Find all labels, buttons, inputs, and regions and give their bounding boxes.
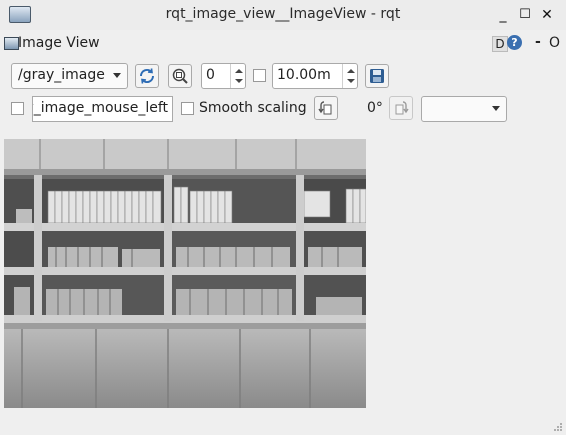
save-icon	[370, 69, 384, 83]
help-button[interactable]: ?	[507, 35, 522, 50]
mouse-topic-field[interactable]: y_image_mouse_left	[32, 96, 173, 122]
extra-select[interactable]	[421, 96, 507, 122]
spin-down-icon[interactable]	[235, 79, 243, 83]
spin-up-icon[interactable]	[347, 69, 355, 73]
rotate-left-icon	[318, 101, 332, 115]
refresh-button[interactable]	[135, 64, 159, 88]
rotate-right-button[interactable]	[389, 96, 413, 120]
rate-checkbox[interactable]	[253, 69, 266, 82]
close-button[interactable]: ✕	[538, 6, 556, 24]
dock-d-button[interactable]: D	[492, 36, 508, 52]
zoom-spinbox[interactable]: 0	[201, 63, 246, 89]
pane-title: Image View	[18, 35, 100, 51]
minimize-button[interactable]: _	[494, 6, 512, 24]
topic-select-value: /gray_image	[18, 67, 105, 83]
zoom-fit-icon	[172, 68, 188, 84]
rotate-right-icon	[395, 101, 409, 115]
chevron-down-icon	[113, 73, 121, 78]
pane-minimize-button[interactable]: -	[535, 34, 541, 50]
zoom-spinbox-value: 0	[206, 67, 215, 83]
pane-close-button[interactable]: O	[549, 35, 560, 51]
image-view-icon	[4, 37, 19, 50]
maximize-button[interactable]: ☐	[516, 6, 534, 24]
refresh-icon	[139, 68, 155, 84]
window-titlebar[interactable]: rqt_image_view__ImageView - rqt _ ☐ ✕	[0, 0, 566, 30]
spin-up-icon[interactable]	[235, 69, 243, 73]
smooth-scaling-checkbox[interactable]	[181, 102, 194, 115]
camera-image	[4, 139, 366, 408]
chevron-down-icon	[492, 106, 500, 111]
image-display[interactable]	[4, 139, 366, 408]
topic-select[interactable]: /gray_image	[11, 63, 128, 89]
mouse-publish-checkbox[interactable]	[11, 102, 24, 115]
rate-spinbox-value: 10.00m	[277, 67, 331, 83]
resize-grip-icon[interactable]	[553, 422, 563, 432]
window-title: rqt_image_view__ImageView - rqt	[165, 6, 401, 22]
zoom-fit-button[interactable]	[168, 64, 192, 88]
save-image-button[interactable]	[365, 64, 389, 88]
smooth-scaling-label: Smooth scaling	[199, 100, 307, 116]
rotation-label: 0°	[367, 100, 383, 116]
rate-spinbox[interactable]: 10.00m	[272, 63, 358, 89]
rotate-left-button[interactable]	[314, 96, 338, 120]
mouse-topic-value: y_image_mouse_left	[32, 100, 168, 116]
spin-down-icon[interactable]	[347, 79, 355, 83]
